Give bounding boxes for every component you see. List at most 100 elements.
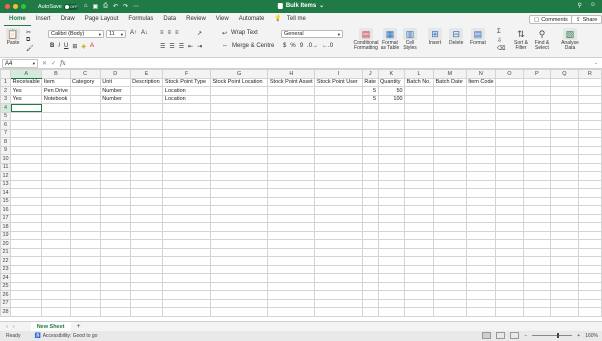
cell-b10[interactable] (41, 154, 71, 164)
more-icon[interactable]: ⋯ (133, 3, 139, 10)
cell-h15[interactable] (267, 196, 316, 206)
cell-o13[interactable] (495, 179, 524, 189)
cell-j28[interactable] (361, 307, 379, 317)
cell-p6[interactable] (522, 120, 552, 130)
paste-button[interactable]: 📋 Paste (6, 28, 20, 46)
cell-r15[interactable] (577, 196, 602, 206)
cell-b6[interactable] (41, 120, 71, 130)
cell-q4[interactable] (550, 103, 579, 113)
cell-h20[interactable] (267, 239, 316, 249)
cell-o26[interactable] (495, 290, 524, 300)
cell-g25[interactable] (209, 281, 269, 291)
analyse-data-button[interactable]: ▧ Analyse Data (560, 28, 580, 51)
cell-c12[interactable] (69, 171, 101, 181)
cell-b16[interactable] (41, 205, 71, 215)
cell-r22[interactable] (577, 256, 602, 266)
cell-m2[interactable] (432, 86, 467, 96)
cell-l2[interactable] (404, 86, 434, 96)
cell-i26[interactable] (314, 290, 363, 300)
cell-c4[interactable] (69, 103, 101, 113)
cell-i10[interactable] (314, 154, 363, 164)
cell-f1[interactable]: Stock Point Type (162, 77, 211, 87)
cell-g6[interactable] (209, 120, 269, 130)
row-header[interactable]: 12 (0, 171, 12, 181)
sort-filter-button[interactable]: ⇅ Sort & Filter (512, 28, 530, 51)
cell-j4[interactable] (361, 103, 379, 113)
cell-n24[interactable] (465, 273, 497, 283)
cell-c19[interactable] (69, 230, 101, 240)
cell-i8[interactable] (314, 137, 363, 147)
cell-b22[interactable] (41, 256, 71, 266)
cell-i14[interactable] (314, 188, 363, 198)
cell-d3[interactable]: Number (99, 94, 131, 104)
search-icon[interactable]: ⚲ (577, 2, 581, 9)
cell-p4[interactable] (522, 103, 552, 113)
cell-a9[interactable] (10, 145, 43, 155)
cell-f16[interactable] (162, 205, 211, 215)
cell-p26[interactable] (522, 290, 552, 300)
cell-c18[interactable] (69, 222, 101, 232)
format-cells-button[interactable]: ▤ Format (470, 28, 486, 46)
cell-q9[interactable] (550, 145, 579, 155)
cell-q16[interactable] (550, 205, 579, 215)
cell-r7[interactable] (577, 128, 602, 138)
cell-e25[interactable] (129, 281, 164, 291)
cell-g27[interactable] (209, 298, 269, 308)
cell-j3[interactable]: 5 (361, 94, 379, 104)
cell-k17[interactable] (377, 213, 406, 223)
cell-table[interactable]: A B C D E F G H I J K L M N O P Q R 1 Receivable Item Categor… (0, 69, 602, 317)
cell-p17[interactable] (522, 213, 552, 223)
merge-centre-button[interactable]: ⇔ Merge & Centre (222, 43, 274, 49)
cell-n3[interactable] (465, 94, 497, 104)
cell-r16[interactable] (577, 205, 602, 215)
cell-h4[interactable] (267, 103, 316, 113)
cell-b28[interactable] (41, 307, 71, 317)
cell-i7[interactable] (314, 128, 363, 138)
cell-g20[interactable] (209, 239, 269, 249)
cell-g28[interactable] (209, 307, 269, 317)
cell-r5[interactable] (577, 111, 602, 121)
cell-n8[interactable] (465, 137, 497, 147)
cell-q19[interactable] (550, 230, 579, 240)
cell-q26[interactable] (550, 290, 579, 300)
cell-m14[interactable] (432, 188, 467, 198)
row-header[interactable]: 5 (0, 111, 12, 121)
cell-n26[interactable] (465, 290, 497, 300)
cell-j19[interactable] (361, 230, 379, 240)
cell-g17[interactable] (209, 213, 269, 223)
fill-icon[interactable]: ⇩ (497, 37, 502, 44)
cell-j13[interactable] (361, 179, 379, 189)
cell-b11[interactable] (41, 162, 71, 172)
cell-j1[interactable]: Rate (361, 77, 379, 87)
cell-k8[interactable] (377, 137, 406, 147)
comma-style-icon[interactable]: 9 (300, 43, 303, 49)
cell-l8[interactable] (404, 137, 434, 147)
cell-r20[interactable] (577, 239, 602, 249)
cell-a5[interactable] (10, 111, 43, 121)
cell-a14[interactable] (10, 188, 43, 198)
cell-n19[interactable] (465, 230, 497, 240)
row-header[interactable]: 17 (0, 213, 12, 223)
align-left-icon[interactable]: ☰ (160, 43, 165, 50)
cell-n22[interactable] (465, 256, 497, 266)
cell-d10[interactable] (99, 154, 131, 164)
row-header[interactable]: 4 (0, 103, 12, 113)
cell-o3[interactable] (495, 94, 524, 104)
cell-c8[interactable] (69, 137, 101, 147)
row-header[interactable]: 25 (0, 281, 12, 291)
cell-o2[interactable] (495, 86, 524, 96)
cell-c16[interactable] (69, 205, 101, 215)
cell-i23[interactable] (314, 264, 363, 274)
cell-m26[interactable] (432, 290, 467, 300)
cell-g4[interactable] (209, 103, 269, 113)
cell-n25[interactable] (465, 281, 497, 291)
page-break-view-icon[interactable] (510, 332, 520, 339)
cell-e28[interactable] (129, 307, 164, 317)
row-header[interactable]: 9 (0, 145, 12, 155)
cell-l7[interactable] (404, 128, 434, 138)
cell-h10[interactable] (267, 154, 316, 164)
cell-n4[interactable] (465, 103, 497, 113)
cell-l1[interactable]: Batch No. (404, 77, 434, 87)
cell-b21[interactable] (41, 247, 71, 257)
cell-k25[interactable] (377, 281, 406, 291)
